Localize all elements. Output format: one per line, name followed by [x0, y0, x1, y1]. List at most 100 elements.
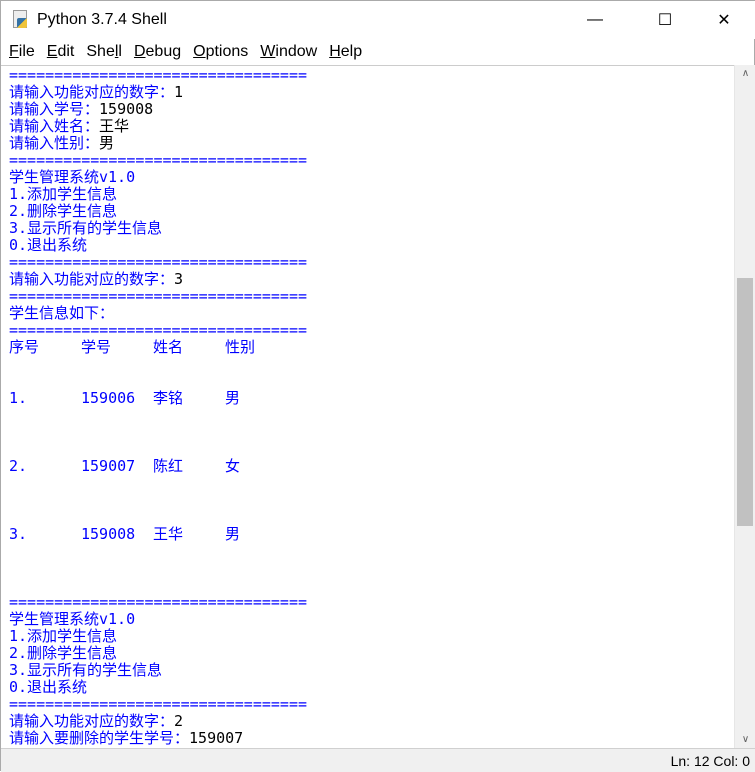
minimize-button[interactable]: —: [572, 1, 618, 39]
output-text: =================================: [9, 321, 308, 339]
title-bar: Python 3.7.4 Shell — ☐ ✕: [1, 1, 755, 39]
output-text: 学号: [81, 338, 112, 356]
user-input: 王华: [99, 117, 130, 135]
menu-option: 0.退出系统: [9, 237, 307, 254]
user-input: 男: [99, 134, 115, 152]
output-text: 序号: [9, 338, 40, 356]
user-input: 159008: [99, 100, 154, 118]
output-text: 159007: [81, 457, 136, 475]
separator-line: =================================: [9, 254, 307, 271]
output-line: 请输入姓名：王华: [9, 118, 307, 135]
output-text: 王华: [153, 525, 184, 543]
separator-line: =================================: [9, 152, 307, 169]
output-text: 男: [225, 389, 241, 407]
separator-line: =================================: [9, 322, 307, 339]
output-line: 学生管理系统v1.0: [9, 169, 307, 186]
menu-Window[interactable]: Window: [260, 43, 317, 61]
output-line: 请输入功能对应的数字：1: [9, 84, 307, 101]
output-line: 请输入功能对应的数字：3: [9, 271, 307, 288]
user-input: 1: [174, 83, 184, 101]
menu-option: 0.退出系统: [9, 679, 307, 696]
cursor-position: Ln: 12 Col: 0: [670, 753, 750, 769]
menu-Debug[interactable]: Debug: [134, 43, 181, 61]
output-text: 请输入功能对应的数字：: [9, 83, 175, 101]
output-text: 1.添加学生信息: [9, 627, 118, 645]
scroll-down-icon[interactable]: ∨: [735, 731, 755, 748]
output-text: 2.: [9, 457, 28, 475]
output-text: 学生管理系统v1.0: [9, 168, 136, 186]
menu-option: 3.显示所有的学生信息: [9, 662, 307, 679]
menu-bar: File Edit Shell Debug Options Window Help: [1, 39, 755, 65]
menu-Help[interactable]: Help: [329, 43, 362, 61]
menu-Shell[interactable]: Shell: [86, 43, 122, 61]
output-text: 3.: [9, 525, 28, 543]
separator-line: =================================: [9, 696, 307, 713]
output-text: 学生信息如下：: [9, 304, 115, 322]
table-row: 1. 159006 李铭 男: [9, 390, 307, 407]
scroll-up-icon[interactable]: ∧: [735, 65, 755, 82]
menu-option: 1.添加学生信息: [9, 186, 307, 203]
scrollbar-thumb[interactable]: [737, 278, 753, 526]
window-title: Python 3.7.4 Shell: [37, 11, 167, 28]
separator-line: =================================: [9, 594, 307, 611]
user-input: 159007: [189, 729, 244, 747]
output-text: 姓名: [153, 338, 184, 356]
menu-Options[interactable]: Options: [193, 43, 248, 61]
output-text: 3.显示所有的学生信息: [9, 661, 163, 679]
output-text: =================================: [9, 151, 308, 169]
output-text: 女: [225, 457, 241, 475]
output-line: 请输入要删除的学生学号：159007: [9, 730, 307, 747]
output-text: 0.退出系统: [9, 236, 88, 254]
separator-line: =================================: [9, 67, 307, 84]
maximize-button[interactable]: ☐: [642, 1, 688, 39]
output-text: 请输入功能对应的数字：: [9, 270, 175, 288]
output-line: 请输入功能对应的数字：2: [9, 713, 307, 730]
menu-File[interactable]: File: [9, 43, 35, 61]
output-text: =================================: [9, 287, 308, 305]
output-text: 性别: [225, 338, 256, 356]
table-row: 2. 159007 陈红 女: [9, 458, 307, 475]
output-line: 学生管理系统v1.0: [9, 611, 307, 628]
close-button[interactable]: ✕: [701, 1, 747, 39]
output-text: 2.删除学生信息: [9, 202, 118, 220]
output-text: 2.删除学生信息: [9, 644, 118, 662]
output-text: 李铭: [153, 389, 184, 407]
output-line: 请输入学号：159008: [9, 101, 307, 118]
output-text: 请输入性别：: [9, 134, 100, 152]
output-text: 请输入功能对应的数字：: [9, 712, 175, 730]
menu-option: 3.显示所有的学生信息: [9, 220, 307, 237]
output-line: 学生信息如下：: [9, 305, 307, 322]
table-row: 3. 159008 王华 男: [9, 526, 307, 543]
shell-output[interactable]: ================================= 请输入功能对应…: [1, 65, 734, 748]
user-input: 2: [174, 712, 184, 730]
output-text: 159006: [81, 389, 136, 407]
python-icon: [11, 10, 29, 30]
output-text: 0.退出系统: [9, 678, 88, 696]
user-input: 3: [174, 270, 184, 288]
vertical-scrollbar[interactable]: ∧ ∨: [734, 65, 755, 748]
separator-line: =================================: [9, 288, 307, 305]
output-text: =================================: [9, 695, 308, 713]
output-text: 请输入姓名：: [9, 117, 100, 135]
output-text: 159008: [81, 525, 136, 543]
output-text: 学生管理系统v1.0: [9, 610, 136, 628]
menu-Edit[interactable]: Edit: [47, 43, 75, 61]
output-text: 请输入要删除的学生学号：: [9, 729, 190, 747]
table-header: 序号 学号 姓名 性别: [9, 339, 307, 356]
output-text: 陈红: [153, 457, 184, 475]
output-text: 1.: [9, 389, 28, 407]
menu-option: 2.删除学生信息: [9, 645, 307, 662]
output-text: =================================: [9, 593, 308, 611]
output-text: =================================: [9, 66, 308, 84]
